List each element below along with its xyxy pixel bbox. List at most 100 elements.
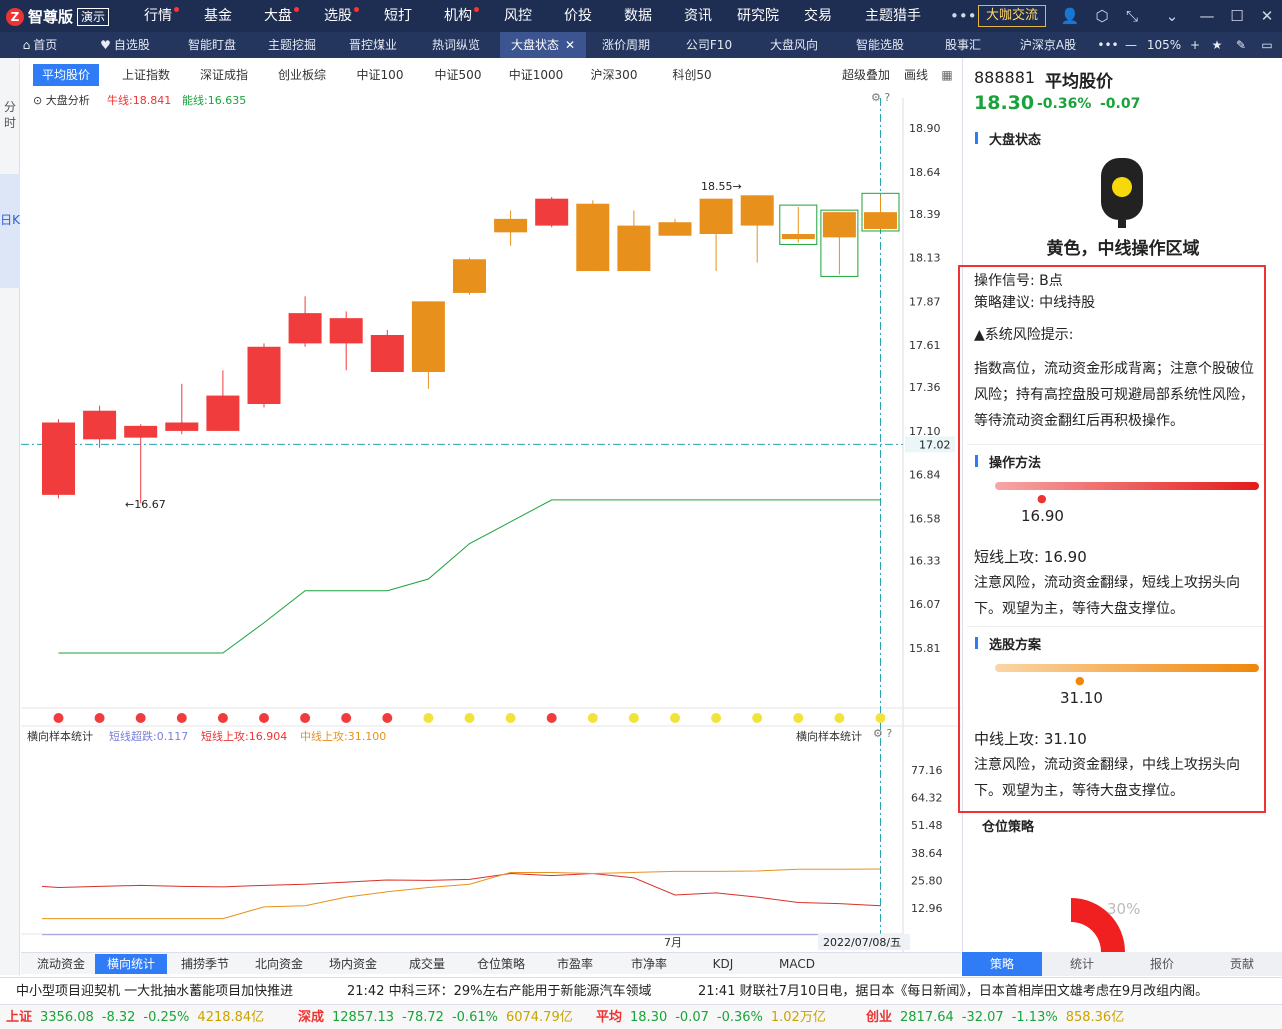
indicator-tab-4[interactable]: 场内资金 [317,954,389,974]
heart-icon: ♥ [100,38,111,52]
menu-item-8[interactable]: 数据 [623,0,653,32]
y-tick-label: 16.33 [909,554,941,567]
tab-0[interactable]: ⌂ 首页 [8,32,72,58]
ticker-item-2[interactable]: 平均 18.30 -0.07 -0.36% 1.02万亿 [596,1005,834,1029]
menu-item-11[interactable]: 交易 [803,0,833,32]
indicator-tab-7[interactable]: 市盈率 [539,954,611,974]
news-item-3[interactable]: 21:41 财联社7月10日电，据日本《每日新闻》，日本首相岸田文雄考虑在9月改… [698,978,1208,1004]
y-tick-label: 15.81 [909,642,941,655]
ticker-name: 创业 [866,1010,893,1025]
tab-8[interactable]: 公司F10 [674,32,744,58]
ticker-item-0[interactable]: 上证 3356.08 -8.32 -0.25% 4218.84亿 [6,1005,272,1029]
ticker-item-1[interactable]: 深成 12857.13 -78.72 -0.61% 6074.79亿 [298,1005,581,1029]
tab-7[interactable]: 涨价周期 [588,32,664,58]
news-item-2[interactable]: 21:42 中科三环：29%左右产能用于新能源汽车领域 [347,978,652,1004]
candle-body [411,301,445,373]
market-status-heading: 大盘状态 [975,129,1041,148]
indicator-tab-10[interactable]: MACD [761,954,833,974]
chevron-down-icon[interactable]: ⌄ [1162,6,1182,26]
ticker-amt: 1.02万亿 [770,1010,826,1025]
menu-item-4[interactable]: 短打 [383,0,413,32]
indicator-tab-1[interactable]: 横向统计 [95,954,167,974]
daka-chat-button[interactable]: 大咖交流 [978,5,1046,27]
menu-item-1[interactable]: 基金 [203,0,233,32]
menu-item-7[interactable]: 价投 [563,0,593,32]
sub-y-tick-label: 12.96 [911,902,943,915]
menu-item-2[interactable]: 大盘 [263,0,299,32]
maximize-icon[interactable]: ☐ [1227,6,1247,26]
minimize-icon[interactable]: — [1197,6,1217,26]
sub-chart-settings-icon[interactable]: ⚙ ? [873,727,892,740]
tab-2[interactable]: 智能盯盘 [174,32,250,58]
pen-icon[interactable]: ✎ [1232,32,1250,58]
shrink-window-icon[interactable]: ⤡ [1122,6,1142,26]
news-ticker[interactable]: 中小型项目迎契机 一大批抽水蓄能项目加快推进 21:42 中科三环：29%左右产… [0,977,1282,1004]
signal-dot [670,713,680,723]
y-tick-label: 16.58 [909,512,941,525]
indicator-tab-2[interactable]: 捕捞季节 [169,954,241,974]
candle-body [42,422,75,495]
tab-10[interactable]: 智能选股 [840,32,920,58]
ticker-name: 上证 [6,1010,33,1025]
indicator-tab-5[interactable]: 成交量 [391,954,463,974]
short-drop-label: 短线超跌:0.117 [109,730,189,743]
daily-k-tab[interactable]: 日K [0,174,20,288]
close-icon[interactable]: ✕ [1257,6,1277,26]
candle-body [494,218,528,233]
screen-icon[interactable]: ▭ [1258,32,1276,58]
high-mark-label: 18.55→ [701,180,742,193]
indicator-tab-0[interactable]: 流动资金 [25,954,97,974]
y-tick-label: 18.13 [909,252,941,265]
menu-item-label: 机构 [444,8,472,24]
signal-dot [300,713,311,723]
mid-up-series [42,868,881,920]
user-icon[interactable]: 👤 [1060,6,1080,26]
ticker-item-3[interactable]: 创业 2817.64 -32.07 -1.13% 858.36亿 [866,1005,1132,1029]
fenshi-tab[interactable]: 分时 [0,98,20,132]
tab-label: 主题挖掘 [267,38,316,52]
tabs-more-icon[interactable]: ••• [1096,32,1120,58]
news-item-1[interactable]: 中小型项目迎契机 一大批抽水蓄能项目加快推进 [16,978,293,1004]
tab-11[interactable]: 股事汇 [928,32,998,58]
indicator-tab-9[interactable]: KDJ [687,954,759,974]
indicator-tab-6[interactable]: 仓位策略 [465,954,537,974]
menu-item-label: 短打 [384,8,412,24]
signal-dot [546,713,557,723]
right-tab-2[interactable]: 报价 [1122,952,1202,976]
indicator-tab-8[interactable]: 市净率 [613,954,685,974]
y-tick-label: 16.84 [909,469,941,482]
tab-close-icon[interactable]: ✕ [565,38,575,52]
zoom-in-icon[interactable]: + [1186,32,1204,58]
tab-1[interactable]: ♥ 自选股 [88,32,162,58]
more-menu-icon[interactable]: ••• [950,6,977,26]
indicator-tab-3[interactable]: 北向资金 [243,954,315,974]
tab-3[interactable]: 主题挖掘 [254,32,330,58]
settings-hex-icon[interactable]: ⬡ [1092,6,1112,26]
tab-5[interactable]: 热词纵览 [418,32,494,58]
candle-body [576,203,610,272]
highlight-box [958,265,1266,813]
star-icon[interactable]: ★ [1208,32,1226,58]
candle-body [535,198,569,226]
ticker-chg: -78.72 [402,1010,444,1025]
menu-item-12[interactable]: 主题猎手 [862,0,924,32]
menu-item-3[interactable]: 选股 [323,0,359,32]
tab-4[interactable]: 晋控煤业 [335,32,411,58]
menu-item-10[interactable]: 研究院 [735,0,781,32]
right-tab-3[interactable]: 贡献 [1202,952,1282,976]
signal-dot [341,713,352,723]
stock-code: 888881 [974,68,1036,87]
right-tab-0[interactable]: 策略 [962,952,1042,976]
right-tab-1[interactable]: 统计 [1042,952,1122,976]
menu-item-6[interactable]: 风控 [503,0,533,32]
zoom-out-icon[interactable]: — [1122,32,1140,58]
menu-item-0[interactable]: 行情 [143,0,179,32]
index-ticker[interactable]: 上证 3356.08 -8.32 -0.25% 4218.84亿 深成 12857.13 -7… [0,1004,1282,1029]
tab-12[interactable]: 沪深京A股 [1008,32,1088,58]
menu-item-5[interactable]: 机构 [443,0,479,32]
tab-9[interactable]: 大盘风向 [756,32,832,58]
menu-item-9[interactable]: 资讯 [683,0,713,32]
tab-6[interactable]: 大盘状态 ✕ [500,32,586,58]
tab-label: 晋控煤业 [348,38,397,52]
kline-chart[interactable]: 18.90 18.64 18.39 18.13 17.87 17.61 17.36 17.10… [21,58,961,952]
